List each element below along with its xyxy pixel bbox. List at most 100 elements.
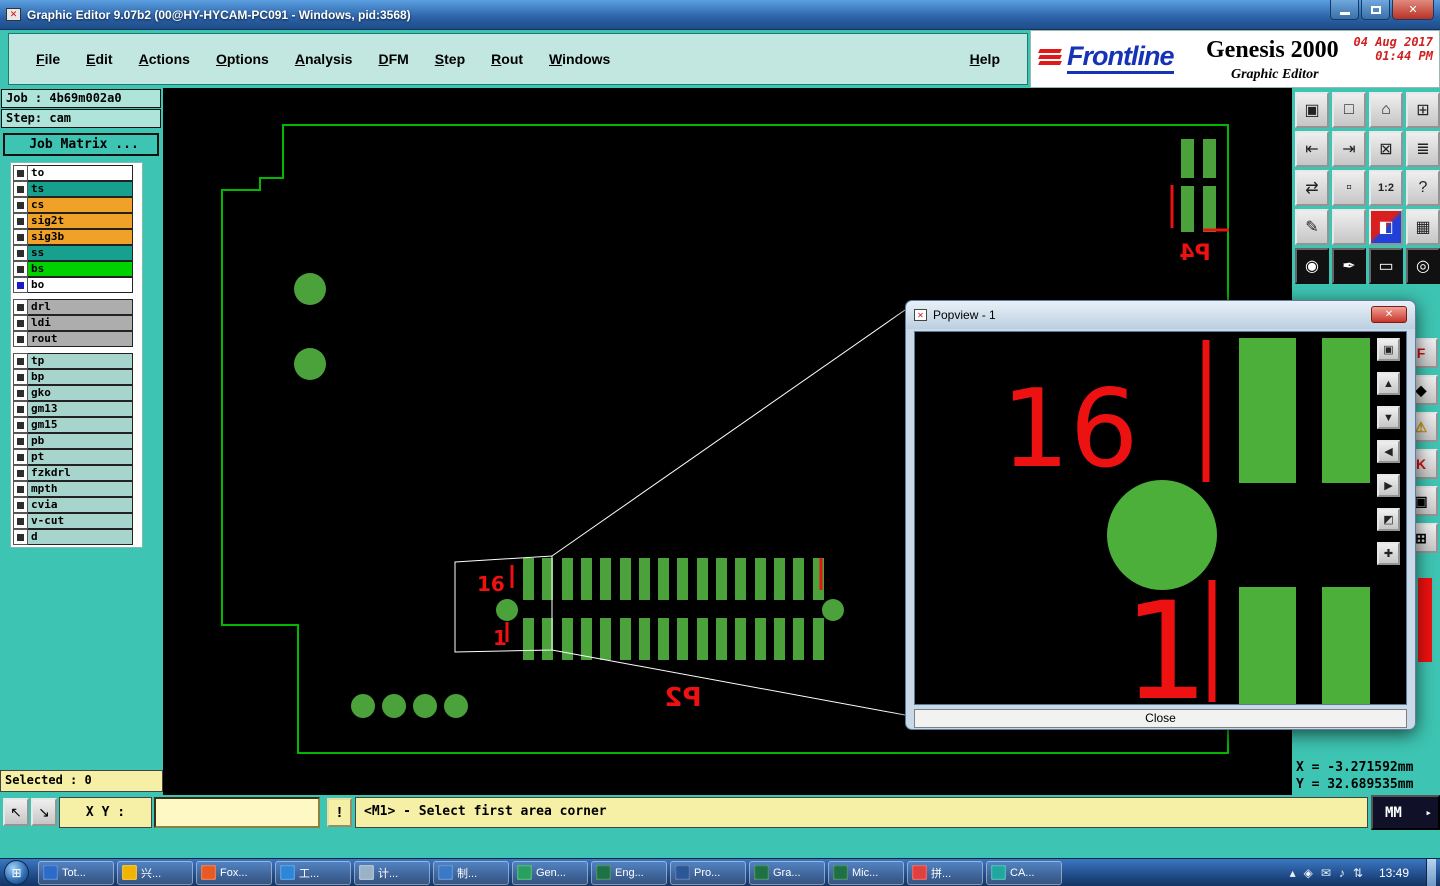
layer-row-rout[interactable]: rout	[13, 331, 133, 347]
popview-center-icon[interactable]: ✚	[1377, 542, 1400, 565]
start-button[interactable]: ⊞	[4, 860, 29, 885]
taskbar-item-gong[interactable]: 工...	[275, 860, 351, 885]
tray-mail-icon[interactable]: ✉	[1321, 866, 1331, 880]
menu-step[interactable]: Step	[422, 51, 478, 67]
layer-row-cvia[interactable]: cvia	[13, 497, 133, 513]
layer-checkbox[interactable]	[13, 165, 28, 181]
taskbar-item-gra[interactable]: Gra...	[749, 860, 825, 885]
menu-windows[interactable]: Windows	[536, 51, 623, 67]
popview-close-button[interactable]: Close	[914, 709, 1407, 728]
layer-row-ss[interactable]: ss	[13, 245, 133, 261]
layer-checkbox[interactable]	[13, 181, 28, 197]
color-layers-icon[interactable]: ◧	[1369, 209, 1403, 245]
pen-tool-icon[interactable]: ✒	[1332, 248, 1366, 284]
layer-checkbox[interactable]	[13, 229, 28, 245]
taskbar-item-pin[interactable]: 拼...	[907, 860, 983, 885]
layer-row-ts[interactable]: ts	[13, 181, 133, 197]
layer-row-gm15[interactable]: gm15	[13, 417, 133, 433]
menu-analysis[interactable]: Analysis	[282, 51, 366, 67]
layer-list-icon[interactable]: ≣	[1406, 131, 1440, 167]
layer-row-d[interactable]: d	[13, 529, 133, 545]
layer-checkbox[interactable]	[13, 497, 28, 513]
zoom-area-icon[interactable]: ⊠	[1369, 131, 1403, 167]
minimize-button[interactable]	[1330, 0, 1359, 20]
menu-file[interactable]: File	[23, 51, 73, 67]
hatch-tool-icon[interactable]: ▦	[1406, 209, 1440, 245]
popview-pan-down-icon[interactable]: ▼	[1377, 406, 1400, 429]
layer-row-bp[interactable]: bp	[13, 369, 133, 385]
layer-row-tp[interactable]: tp	[13, 353, 133, 369]
layer-checkbox[interactable]	[13, 245, 28, 261]
taskbar-item-calculator[interactable]: 计...	[354, 860, 430, 885]
popview-pan-left-icon[interactable]: ◀	[1377, 440, 1400, 463]
view-panel-icon[interactable]: ▣	[1295, 92, 1329, 128]
layer-row-to[interactable]: to	[13, 165, 133, 181]
menu-options[interactable]: Options	[203, 51, 282, 67]
home-view-icon[interactable]: ⌂	[1369, 92, 1403, 128]
popview-pan-right-icon[interactable]: ▶	[1377, 474, 1400, 497]
grid-toggle-icon[interactable]: ⊞	[1406, 92, 1440, 128]
tray-volume-icon[interactable]: ♪	[1339, 866, 1345, 880]
layer-checkbox[interactable]	[13, 385, 28, 401]
help-icon[interactable]: ?	[1406, 170, 1440, 206]
hidden-icons-chevron[interactable]: ▴	[1290, 866, 1296, 880]
layer-row-mpth[interactable]: mpth	[13, 481, 133, 497]
taskbar-item-eng[interactable]: Eng...	[591, 860, 667, 885]
target-tool-icon[interactable]: ◎	[1406, 248, 1440, 284]
layer-row-gm13[interactable]: gm13	[13, 401, 133, 417]
layer-row-sig3b[interactable]: sig3b	[13, 229, 133, 245]
taskbar-item-mic[interactable]: Mic...	[828, 860, 904, 885]
layer-checkbox[interactable]	[13, 369, 28, 385]
taskbar-item-totalcmd[interactable]: Tot...	[38, 860, 114, 885]
display-window-icon[interactable]: □	[1332, 92, 1366, 128]
job-matrix-button[interactable]: Job Matrix ...	[3, 133, 159, 156]
layer-row-fzkdrl[interactable]: fzkdrl	[13, 465, 133, 481]
layer-checkbox[interactable]	[13, 529, 28, 545]
layer-row-sig2t[interactable]: sig2t	[13, 213, 133, 229]
maximize-button[interactable]	[1361, 0, 1390, 20]
layer-checkbox[interactable]	[13, 417, 28, 433]
taskbar-item-pro[interactable]: Pro...	[670, 860, 746, 885]
layer-checkbox[interactable]	[13, 449, 28, 465]
close-button[interactable]: ✕	[1392, 0, 1434, 20]
layer-row-bs[interactable]: bs	[13, 261, 133, 277]
pan-right-icon[interactable]: ⇥	[1332, 131, 1366, 167]
layer-checkbox[interactable]	[13, 331, 28, 347]
layer-checkbox[interactable]	[13, 213, 28, 229]
layer-checkbox[interactable]	[13, 433, 28, 449]
layer-checkbox[interactable]	[13, 197, 28, 213]
zoom-ratio-button[interactable]: 1:2	[1369, 170, 1403, 206]
layer-checkbox[interactable]	[13, 465, 28, 481]
popview-window-tool-icon[interactable]: ▣	[1377, 338, 1400, 361]
layer-row-drl[interactable]: drl	[13, 299, 133, 315]
popview-pan-up-icon[interactable]: ▲	[1377, 372, 1400, 395]
layer-checkbox[interactable]	[13, 277, 28, 293]
dot-tool-icon[interactable]: ◉	[1295, 248, 1329, 284]
menu-actions[interactable]: Actions	[126, 51, 203, 67]
layer-row-pb[interactable]: pb	[13, 433, 133, 449]
layer-checkbox[interactable]	[13, 261, 28, 277]
taskbar-item-xing[interactable]: 兴...	[117, 860, 193, 885]
pick-coordinate-button-1[interactable]: ↖	[3, 798, 29, 826]
taskbar-item-cam[interactable]: CA...	[986, 860, 1062, 885]
taskbar-item-genesis[interactable]: Gen...	[512, 860, 588, 885]
ruler-tool-icon[interactable]: ▭	[1369, 248, 1403, 284]
popview-close-icon[interactable]: ✕	[1371, 306, 1407, 323]
menu-dfm[interactable]: DFM	[365, 51, 421, 67]
tray-app-icon[interactable]: ◈	[1304, 866, 1313, 880]
pick-coordinate-button-2[interactable]: ↘	[31, 798, 57, 826]
taskbar-item-foxmail[interactable]: Fox...	[196, 860, 272, 885]
popview-resize-icon[interactable]: ◩	[1377, 508, 1400, 531]
layer-row-pt[interactable]: pt	[13, 449, 133, 465]
draw-tool-icon[interactable]: ✎	[1295, 209, 1329, 245]
layer-checkbox[interactable]	[13, 353, 28, 369]
pan-left-icon[interactable]: ⇤	[1295, 131, 1329, 167]
show-desktop-button[interactable]	[1426, 858, 1436, 886]
layer-row-vcut[interactable]: v-cut	[13, 513, 133, 529]
layer-checkbox[interactable]	[13, 299, 28, 315]
menu-edit[interactable]: Edit	[73, 51, 125, 67]
layer-row-gko[interactable]: gko	[13, 385, 133, 401]
alert-button[interactable]: !	[327, 798, 352, 827]
layer-checkbox[interactable]	[13, 513, 28, 529]
popview-viewport[interactable]: 16 1 ▣ ▲ ▼ ◀ ▶ ◩ ✚	[914, 331, 1407, 730]
